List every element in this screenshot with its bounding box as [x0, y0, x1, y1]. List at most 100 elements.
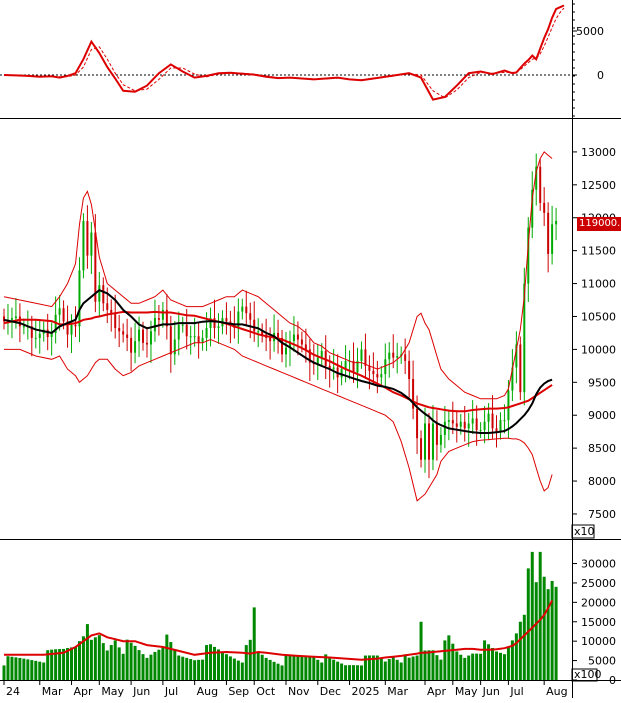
candle-body — [292, 334, 295, 342]
volume-bar — [193, 660, 197, 680]
candle-body — [14, 316, 17, 319]
last-price-label: 119000.0 — [577, 217, 621, 231]
volume-bar — [316, 659, 320, 680]
volume-bar — [216, 649, 220, 680]
volume-bar — [185, 657, 189, 680]
volume-bar — [66, 648, 70, 680]
y-tick-label: 25000 — [581, 577, 616, 590]
volume-bar — [14, 657, 18, 680]
candle-body — [241, 306, 244, 312]
volume-bar — [320, 662, 324, 680]
volume-bar — [22, 658, 26, 680]
x-tick-label: Mar — [387, 685, 408, 698]
volume-bar — [209, 644, 213, 680]
candle-body — [157, 318, 160, 320]
volume-bar — [546, 589, 550, 680]
candle-body — [471, 418, 474, 424]
volume-bar — [498, 652, 502, 680]
y-tick-label: 20000 — [581, 596, 616, 609]
volume-bar — [73, 647, 77, 680]
volume-bar — [383, 661, 387, 680]
volume-bar — [77, 641, 81, 680]
y-tick-label: 11000 — [581, 278, 616, 291]
volume-bar — [355, 665, 359, 680]
candle-body — [459, 421, 462, 427]
candle-body — [285, 347, 287, 355]
volume-bar — [93, 637, 97, 680]
volume-bar — [2, 665, 6, 680]
volume-bar — [268, 659, 272, 680]
candle-body — [58, 308, 61, 315]
y-tick-label: 8000 — [588, 475, 616, 488]
candle-body — [253, 319, 256, 332]
candle-body — [257, 331, 260, 333]
volume-bar — [224, 654, 228, 680]
volume-bar — [344, 665, 348, 680]
candle-body — [169, 326, 172, 355]
candle-body — [173, 339, 176, 355]
stock-chart: 0 5000 7500 8000 8500 9000 9500 10000 10500 11000… — [0, 0, 621, 698]
candle-body — [62, 308, 65, 322]
candle-body — [467, 423, 470, 429]
x-tick-label: Apr — [74, 685, 94, 698]
volume-bar — [157, 649, 161, 680]
candle-body — [161, 309, 164, 320]
volume-bar — [264, 657, 268, 680]
volume-bar — [554, 586, 558, 680]
volume-bar — [379, 658, 383, 680]
volume-bar — [506, 646, 510, 680]
candle-body — [18, 316, 21, 327]
volume-bar — [312, 656, 316, 680]
volume-bar — [415, 655, 419, 680]
volume-bar — [423, 650, 427, 680]
volume-bar — [534, 582, 538, 680]
candle-body — [439, 434, 442, 445]
volume-bar — [447, 635, 451, 680]
candle-body — [249, 313, 252, 320]
volume-bar — [475, 653, 479, 680]
volume-bar — [244, 645, 248, 680]
volume-bar — [391, 656, 395, 680]
volume-bar — [236, 660, 240, 680]
y-tick-label: 5000 — [576, 25, 604, 38]
volume-bar — [197, 659, 201, 680]
x-tick-label: Jun — [132, 685, 150, 698]
candle-body — [463, 421, 466, 429]
candle-body — [126, 334, 129, 338]
candle-body — [78, 270, 81, 327]
candle-body — [114, 313, 117, 328]
volume-bar — [427, 650, 431, 680]
volume-bar — [201, 659, 205, 680]
candle-body — [74, 324, 77, 327]
candle-body — [420, 438, 423, 460]
candle-body — [443, 421, 446, 435]
volume-bar — [89, 639, 93, 680]
x-tick-label: May — [101, 685, 124, 698]
volume-bar — [443, 640, 447, 680]
candle-body — [110, 309, 113, 314]
x-tick-label: Sep — [228, 685, 249, 698]
candle-body — [479, 430, 482, 432]
y-tick-label: 11500 — [581, 245, 616, 258]
candle-body — [185, 324, 188, 337]
volume-bar — [38, 661, 42, 680]
candle-body — [300, 339, 303, 345]
volume-bar — [30, 660, 34, 680]
y-tick-label: 0 — [609, 674, 616, 687]
candle-body — [483, 421, 486, 431]
volume-bar — [459, 654, 463, 680]
candle-body — [364, 349, 367, 366]
volume-bar — [348, 665, 352, 680]
candle-body — [153, 318, 156, 332]
volume-bar — [232, 658, 236, 680]
volume-bar — [161, 647, 165, 680]
candle-body — [70, 324, 73, 335]
volume-bar — [495, 651, 499, 680]
volume-bar — [260, 654, 264, 680]
volume-bar — [455, 651, 459, 680]
volume-bar — [300, 655, 304, 680]
volume-bar — [340, 663, 344, 680]
candle-body — [145, 342, 148, 345]
volume-bar — [121, 653, 125, 680]
volume-bar — [467, 655, 471, 680]
